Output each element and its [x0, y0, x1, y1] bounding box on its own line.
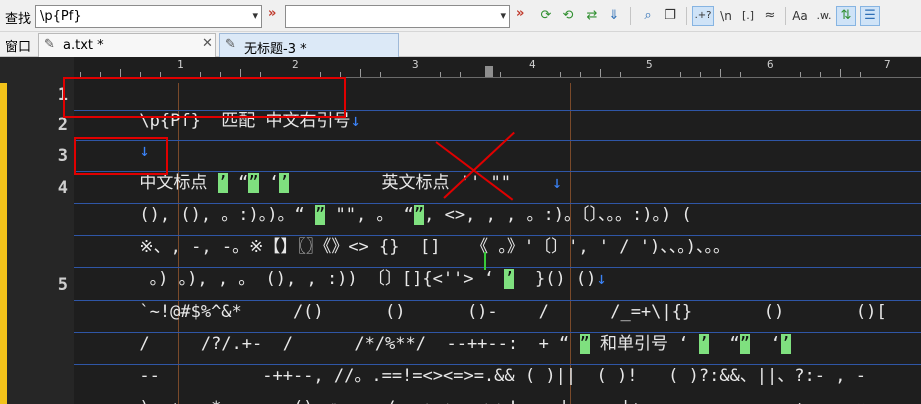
ruler-label: 3	[412, 58, 419, 71]
column-ruler: 1 2 3 4 5 6 7	[74, 58, 921, 78]
line-number: 4	[57, 178, 68, 198]
ruler-tick	[460, 72, 461, 77]
document-icon: ✎	[225, 37, 236, 52]
find-toolbar: 查找 \p{Pf} ▾ » ▾ » ⟳ ⟲ ⇄ ⇓ ⌕ ❐ .+? \n [.]…	[0, 0, 921, 32]
newline-toggle[interactable]: \n	[716, 6, 736, 26]
ruler-tick	[700, 72, 701, 77]
text-line-5b[interactable]: / /?/.+- / /*/%**/ --++--: + “ ” 和单引号 ‘ …	[78, 305, 791, 354]
find-label: 查找	[5, 12, 32, 27]
text-run: ).=+=, *=, ....().<> /..=>->=~<=>!-- | |…	[139, 398, 866, 404]
insert-pattern-icon[interactable]: »	[268, 6, 276, 21]
toolbar-divider	[686, 7, 687, 25]
editor-window: 查找 \p{Pf} ▾ » ▾ » ⟳ ⟲ ⇄ ⇓ ⌕ ❐ .+? \n [.]…	[0, 0, 921, 404]
close-icon[interactable]: ✕	[202, 36, 213, 51]
ruler-tick	[380, 72, 381, 77]
line-end-arrow-icon: ↓	[350, 111, 361, 131]
list-results-icon[interactable]: ☰	[860, 6, 880, 26]
fuzzy-toggle[interactable]: ≈	[760, 6, 780, 26]
tab-bar: 窗口 ✎ a.txt * ✕ ✎ 无标题-3 *	[0, 32, 921, 57]
ruler-tick	[840, 69, 841, 77]
search-icon[interactable]: ⌕	[638, 6, 658, 26]
document-icon: ✎	[44, 37, 55, 52]
whole-word-toggle[interactable]: .w.	[814, 6, 834, 26]
window-label: 窗口	[5, 40, 32, 55]
ruler-tick	[680, 72, 681, 77]
ruler-tick	[740, 72, 741, 77]
text-editor[interactable]: 1 2 3 4 5 6 7 1 2 3 4 5 \p{Pf} 匹配 中文右引号↓…	[0, 57, 921, 404]
ruler-tick	[600, 69, 601, 77]
ruler-tick	[720, 69, 721, 77]
ruler-tick	[820, 72, 821, 77]
ruler-label: 1	[177, 58, 184, 71]
match-case-toggle[interactable]: Aa	[790, 6, 810, 26]
text-cursor	[484, 252, 486, 270]
insert-replace-pattern-icon[interactable]: »	[516, 6, 524, 21]
caret-column-marker	[485, 66, 493, 77]
bookmark-strip	[0, 83, 7, 404]
ruler-tick	[440, 72, 441, 77]
regex-toggle[interactable]: .+?	[692, 6, 714, 26]
text-line-5d[interactable]: ).=+=, *=, ....().<> /..=>->=~<=>!-- | |…	[78, 369, 866, 404]
ruler-tick	[560, 72, 561, 77]
replace-icon[interactable]: ⇄	[582, 6, 602, 26]
chevron-down-icon[interactable]: ▾	[252, 9, 258, 22]
tab-untitled-3[interactable]: ✎ 无标题-3 *	[219, 33, 399, 57]
charclass-toggle[interactable]: [.]	[738, 6, 758, 26]
text-line-5a[interactable]: `~!@#$%^&* /() () ()- / /_=+\|{} () ()[	[78, 273, 886, 322]
toolbar-divider	[630, 7, 631, 25]
line-separator	[74, 140, 921, 141]
copy-results-icon[interactable]: ❐	[660, 6, 680, 26]
find-input-value: \p{Pf}	[40, 9, 82, 24]
ruler-label: 5	[646, 58, 653, 71]
tab-label: 无标题-3 *	[244, 42, 307, 57]
ruler-label: 2	[292, 58, 299, 71]
replace-input[interactable]: ▾	[285, 5, 510, 28]
find-previous-icon[interactable]: ⟲	[558, 6, 578, 26]
annotation-box	[74, 137, 168, 175]
ruler-tick	[800, 72, 801, 77]
find-next-icon[interactable]: ⟳	[536, 6, 556, 26]
ruler-tick	[500, 72, 501, 77]
line-number: 5	[57, 275, 68, 295]
ruler-tick	[620, 72, 621, 77]
text-line-4a[interactable]: (), (), 。:)。)。“ ” "", 。 “”, <>, , , 。:)。…	[78, 176, 692, 225]
ruler-tick	[240, 69, 241, 77]
ruler-label: 6	[767, 58, 774, 71]
ruler-tick	[120, 69, 121, 77]
text-line-5c[interactable]: -- -++--, //。.==!=<><=>=.&& ( )|| ( )! (…	[78, 337, 866, 386]
ruler-label: 7	[884, 58, 891, 71]
swap-direction-icon[interactable]: ⇅	[836, 6, 856, 26]
tab-a-txt[interactable]: ✎ a.txt *	[38, 33, 216, 57]
ruler-tick	[860, 72, 861, 77]
tab-label: a.txt *	[63, 38, 104, 53]
text-line-4c[interactable]: 。) 。), , 。 (), , :)) 〔〕[]{<''> ‘ ’ }() (…	[78, 240, 607, 289]
replace-all-icon[interactable]: ⇓	[604, 6, 624, 26]
ruler-label: 4	[529, 58, 536, 71]
ruler-tick	[580, 72, 581, 77]
ruler-tick	[360, 69, 361, 77]
text-line-4b[interactable]: ※、, -, -。※【】〖〗《》<> {} [] 《 。》'〔〕', ' / '…	[78, 208, 730, 257]
annotation-box	[63, 77, 346, 118]
line-number: 2	[57, 115, 68, 135]
chevron-down-icon[interactable]: ▾	[500, 9, 506, 22]
line-number: 3	[57, 146, 68, 166]
find-input[interactable]: \p{Pf} ▾	[35, 5, 262, 28]
toolbar-divider	[785, 7, 786, 25]
